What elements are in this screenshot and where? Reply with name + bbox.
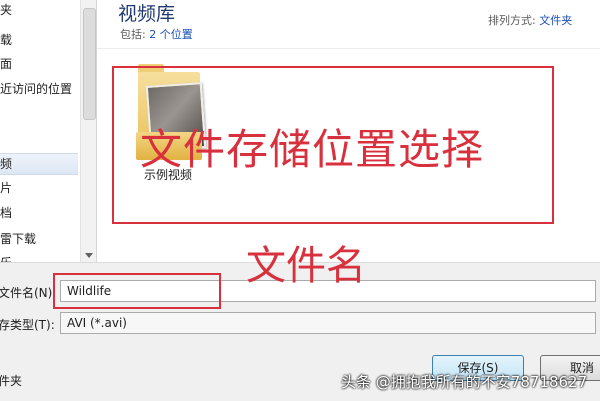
nav-item-downloads[interactable]: 载 [0, 30, 78, 50]
filename-label: 文件名(N): [0, 286, 57, 300]
storage-location-annotation: 文件存储位置选择 [140, 125, 485, 174]
nav-item-desktop[interactable]: 面 [0, 54, 78, 74]
nav-item-label: 载 [0, 33, 13, 47]
filename-highlight [53, 273, 221, 309]
nav-item-label: 面 [0, 57, 13, 71]
arrange-by-dropdown[interactable]: 文件夹 [539, 14, 572, 27]
nav-item-recent-places[interactable]: 近访问的位置 [0, 79, 78, 99]
nav-item-pictures[interactable]: 片 [0, 178, 78, 198]
header-divider [97, 48, 600, 49]
filetype-value: AVI (*.avi) [67, 316, 127, 330]
nav-item-videos[interactable]: 频 [0, 153, 78, 175]
filetype-label: 存类型(T): [0, 318, 55, 332]
nav-item-thunder-downloads[interactable]: 雷下载 [0, 229, 78, 249]
nav-item-label: 近访问的位置 [0, 82, 73, 96]
includes-locations-link[interactable]: 2 个位置 [149, 28, 193, 41]
library-title: 视频库 [118, 3, 176, 25]
pane-divider[interactable] [96, 0, 97, 262]
hide-folders-toggle[interactable]: 件夹 [0, 372, 22, 389]
nav-item-label: 频 [0, 157, 13, 171]
watermark: 头条 @拥抱我所有的不安78718627 [341, 373, 588, 391]
nav-scrollbar-thumb[interactable] [83, 8, 96, 120]
arrange-by: 排列方式: 文件夹 [488, 12, 572, 28]
navigation-pane: 夹 载 面 近访问的位置 频 片 档 雷下载 乐 [0, 0, 96, 262]
nav-item-music[interactable]: 乐 [0, 253, 78, 262]
filetype-select[interactable]: AVI (*.avi) [60, 312, 596, 334]
arrange-by-label: 排列方式: [488, 14, 536, 27]
nav-scrollbar[interactable] [80, 0, 96, 262]
filename-annotation: 文件名 [246, 243, 366, 289]
scroll-down-arrow-icon[interactable] [85, 253, 93, 258]
includes-label: 包括: [120, 28, 146, 41]
nav-item-documents[interactable]: 档 [0, 203, 78, 223]
nav-item-label: 档 [0, 206, 13, 220]
nav-item-label: 片 [0, 181, 13, 195]
nav-item-label: 夹 [0, 3, 13, 17]
library-includes: 包括: 2 个位置 [120, 26, 193, 42]
nav-item-label: 雷下载 [0, 232, 37, 246]
nav-item-favorites[interactable]: 夹 [0, 0, 78, 20]
